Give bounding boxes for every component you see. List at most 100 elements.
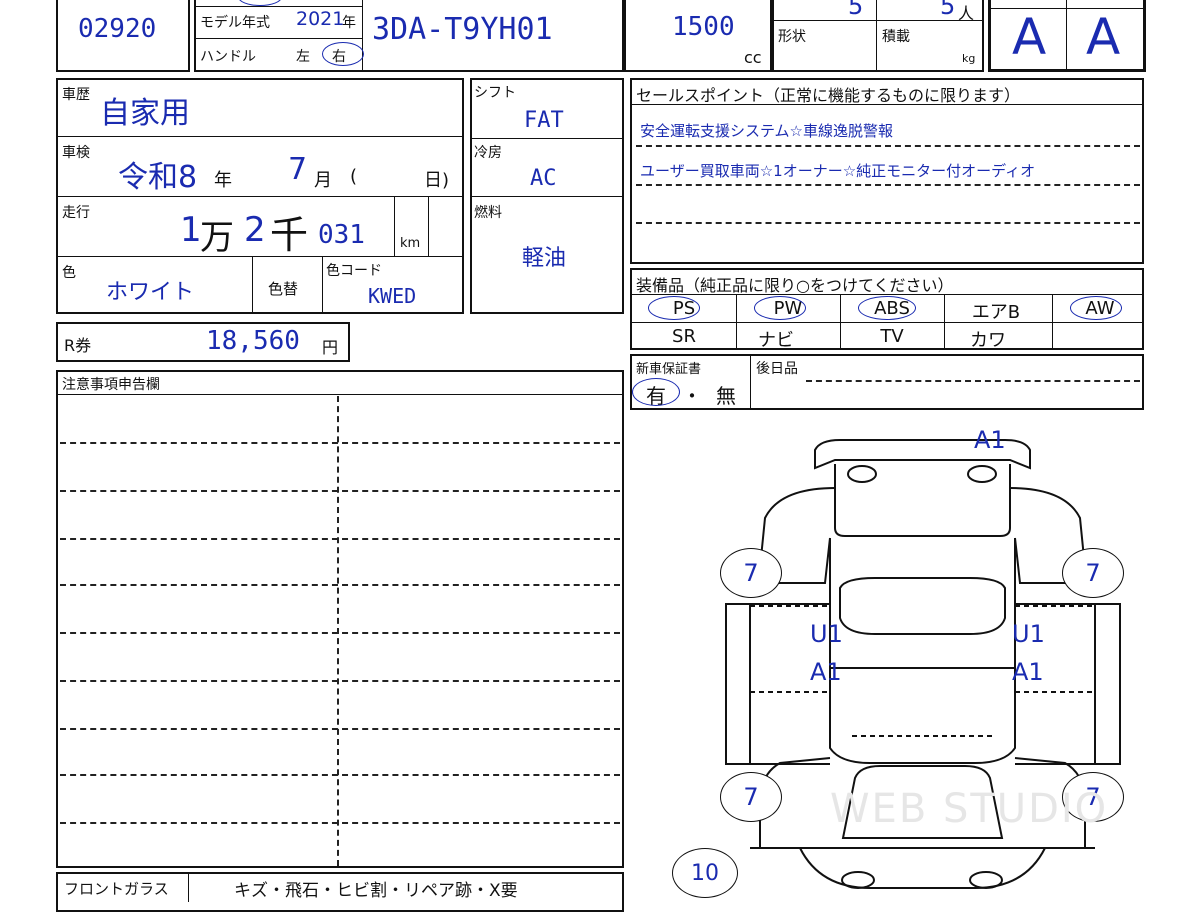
damage-side-right-1: U1 <box>1012 620 1045 648</box>
equipment-abs-circle <box>858 296 916 320</box>
notes-row-dash <box>60 584 620 586</box>
seats-value: 5 <box>940 0 956 20</box>
steering-label: ハンドル <box>200 49 256 65</box>
notes-row-dash <box>60 442 620 444</box>
notes-row-dash <box>60 680 620 682</box>
damage-side-left-2: A1 <box>810 658 842 686</box>
grade-divider <box>1066 0 1067 72</box>
damage-front: 10 <box>672 848 738 898</box>
sales-dash <box>636 222 1140 224</box>
inspection-label: 車検 <box>62 145 90 161</box>
doors-value: 5 <box>848 0 864 20</box>
displacement-unit: cc <box>744 48 762 67</box>
sales-points-title: セールスポイント（正常に機能するものに限ります） <box>636 86 1021 105</box>
damage-rear-bumper: A1 <box>974 426 1006 454</box>
model-code: 3DA-T9YH01 <box>372 12 553 47</box>
recycle-amount: 18,560 <box>206 326 300 356</box>
warranty-sep: ・ <box>682 384 702 408</box>
load-label: 積載 <box>882 29 910 45</box>
mileage-label: 走行 <box>62 205 90 221</box>
mileage-man-unit: 万 <box>200 218 234 258</box>
grade-overall: A <box>1012 8 1047 66</box>
equipment-navi: ナビ <box>758 330 794 351</box>
steering-left: 左 <box>296 49 310 65</box>
damage-tire-rear-left: 7 <box>720 548 782 598</box>
shift-label: シフト <box>474 85 516 101</box>
warranty-label: 新車保証書 <box>636 362 702 377</box>
load-unit: kg <box>962 52 976 65</box>
equipment-pw-circle <box>754 296 806 320</box>
equipment-aw-circle <box>1070 296 1122 320</box>
equipment-airbag: エアB <box>971 302 1021 323</box>
color-change-label: 色替 <box>268 280 299 298</box>
aftermarket-dash <box>806 380 1140 382</box>
inspection-era: 令和8 <box>118 160 198 195</box>
sales-point-line-2: ユーザー買取車両☆1オーナー☆純正モニター付オーディオ <box>640 162 1036 180</box>
inspection-month: 7 <box>288 152 308 187</box>
recycle-box <box>56 322 350 362</box>
equipment-tv: TV <box>880 326 904 347</box>
drivetrain-divider <box>472 138 622 139</box>
notes-divider <box>58 394 622 395</box>
sales-dash <box>636 145 1140 147</box>
warranty-box <box>630 354 1144 410</box>
windshield-label: フロントガラス <box>64 880 169 898</box>
model-year-value: 2021 <box>296 8 345 30</box>
damage-side-right-2: A1 <box>1012 658 1044 686</box>
body-divider <box>876 0 877 72</box>
color-code-value: KWED <box>368 284 417 308</box>
header-divider <box>362 0 363 72</box>
equipment-leather: カワ <box>970 330 1006 351</box>
recycle-label: R券 <box>64 336 92 355</box>
mileage-sen: 2 <box>244 210 266 250</box>
color-code-label: 色コード <box>326 263 382 279</box>
notes-row-dash <box>60 632 620 634</box>
aftermarket-label: 後日品 <box>756 361 798 377</box>
ac-label: 冷房 <box>474 145 502 161</box>
windshield-divider <box>188 872 189 902</box>
history-label: 車歴 <box>62 87 90 103</box>
color-value: ホワイト <box>106 280 195 305</box>
grade-interior: A <box>1086 8 1121 66</box>
notes-row-dash <box>60 490 620 492</box>
shape-label: 形状 <box>778 29 806 45</box>
history-divider <box>428 196 429 256</box>
inspection-day-close: 日) <box>424 170 450 191</box>
equipment-divider <box>840 294 841 350</box>
damage-side-left-1: U1 <box>810 620 843 648</box>
equipment-ps-circle <box>648 296 700 320</box>
notes-row-dash <box>60 728 620 730</box>
equipment-title: 装備品（純正品に限り○をつけてください） <box>636 276 954 295</box>
seats-unit: 人 <box>958 4 975 23</box>
shift-value: FAT <box>524 108 564 133</box>
fuel-value: 軽油 <box>522 246 567 271</box>
inspection-month-suffix: 月 <box>314 170 332 191</box>
header-divider <box>196 6 362 7</box>
inspection-day-open: ( <box>350 166 358 187</box>
watermark: WEB STUDIO <box>830 786 1109 832</box>
header-divider <box>196 38 362 39</box>
history-value: 自家用 <box>100 96 190 131</box>
mileage-man: 1 <box>180 210 202 250</box>
warranty-divider <box>750 354 751 410</box>
history-divider <box>394 196 395 256</box>
equipment-divider <box>632 322 1142 323</box>
history-divider <box>322 256 323 314</box>
model-year-label: モデル年式 <box>200 15 270 31</box>
body-divider <box>774 20 982 21</box>
notes-row-dash <box>60 774 620 776</box>
notes-row-dash <box>60 822 620 824</box>
fuel-label: 燃料 <box>474 205 502 221</box>
color-label: 色 <box>62 265 76 281</box>
lot-number: 02920 <box>78 14 157 44</box>
steering-right-circle <box>322 42 364 66</box>
inspection-year-suffix: 年 <box>214 170 232 191</box>
mileage-rest: 031 <box>318 220 365 250</box>
history-divider <box>252 256 253 314</box>
history-divider <box>58 136 462 137</box>
recycle-unit: 円 <box>322 338 339 357</box>
notes-box <box>56 370 624 868</box>
mileage-sen-unit: 千 <box>270 213 309 257</box>
windshield-options: キズ・飛石・ヒビ割・リペア跡・X要 <box>234 881 518 901</box>
sales-point-line-1: 安全運転支援システム☆車線逸脱警報 <box>640 122 893 140</box>
